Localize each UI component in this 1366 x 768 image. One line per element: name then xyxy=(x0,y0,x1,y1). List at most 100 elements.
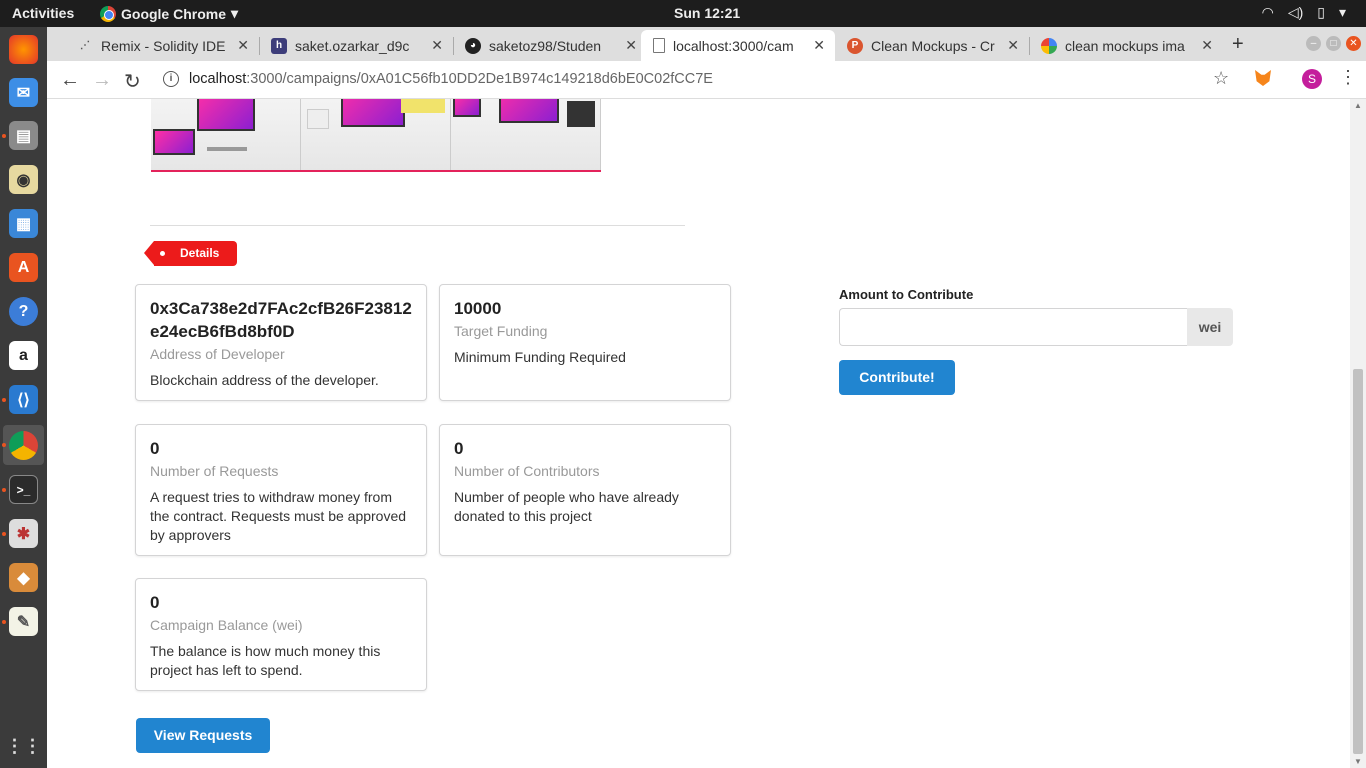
tab-google-search[interactable]: clean mockups ima ✕ xyxy=(1029,30,1223,61)
scroll-down-arrow-icon[interactable]: ▼ xyxy=(1354,757,1362,766)
new-tab-button[interactable]: + xyxy=(1232,33,1244,56)
laptop-shape xyxy=(341,99,405,127)
profile-avatar[interactable]: S xyxy=(1302,69,1322,89)
maximize-icon[interactable]: □ xyxy=(1326,36,1341,51)
text-editor-icon[interactable]: ✎ xyxy=(9,607,38,636)
power-menu-icon: ▾ xyxy=(1338,4,1346,20)
thunderbird-icon[interactable]: ✉ xyxy=(9,78,38,107)
system-tray[interactable]: ◠ ◁) ▯ ▾ xyxy=(1262,4,1346,21)
software-center-icon[interactable]: A xyxy=(9,253,38,282)
card-developer-address: 0x3Ca738e2d7FAc2cfB26F23812e24ecB6fBd8bf… xyxy=(135,284,427,401)
divider xyxy=(150,225,685,226)
terminal-icon[interactable]: >_ xyxy=(9,475,38,504)
keyboard-shape xyxy=(207,147,247,151)
campaign-banner-image xyxy=(151,99,601,172)
help-icon[interactable]: ? xyxy=(9,297,38,326)
card-meta: Target Funding xyxy=(454,323,548,339)
site-info-icon[interactable]: i xyxy=(163,71,179,87)
tab-github[interactable]: ◕ saketoz98/Studen ✕ xyxy=(453,30,647,61)
writer-icon[interactable]: ▦ xyxy=(9,209,38,238)
close-icon[interactable]: ✕ xyxy=(1201,37,1213,54)
page-content: Details 0x3Ca738e2d7FAc2cfB26F23812e24ec… xyxy=(47,99,1350,768)
clock[interactable]: Sun 12:21 xyxy=(674,5,740,21)
chrome-dock-icon[interactable] xyxy=(9,431,38,460)
rhythmbox-icon[interactable]: ◉ xyxy=(9,165,38,194)
running-indicator xyxy=(2,398,6,402)
close-icon[interactable]: ✕ xyxy=(625,37,637,54)
contribute-button[interactable]: Contribute! xyxy=(839,360,955,395)
pencil-cup-shape xyxy=(307,109,329,129)
close-icon[interactable]: ✕ xyxy=(431,37,443,54)
scroll-up-arrow-icon[interactable]: ▲ xyxy=(1354,101,1362,110)
details-ribbon-label: Details xyxy=(144,241,237,266)
tab-remix[interactable]: ⋰ Remix - Solidity IDE ✕ xyxy=(65,30,259,61)
remix-icon: ⋰ xyxy=(80,40,90,51)
volume-icon: ◁) xyxy=(1287,4,1304,20)
close-icon[interactable]: ✕ xyxy=(1007,37,1019,54)
close-icon[interactable]: ✕ xyxy=(237,37,249,54)
view-requests-button[interactable]: View Requests xyxy=(136,718,270,753)
tab-title: saketoz98/Studen xyxy=(489,37,602,54)
page-icon xyxy=(653,38,665,53)
tab-localhost[interactable]: localhost:3000/cam ✕ xyxy=(641,30,835,61)
card-description: Minimum Funding Required xyxy=(454,349,626,365)
amazon-icon[interactable]: a xyxy=(9,341,38,370)
card-header: 0 xyxy=(454,439,464,458)
chevron-down-icon: ▾ xyxy=(231,5,239,21)
settings-tool-icon[interactable]: ✱ xyxy=(9,519,38,548)
card-campaign-balance: 0 Campaign Balance (wei) The balance is … xyxy=(135,578,427,691)
minimize-icon[interactable]: – xyxy=(1306,36,1321,51)
forward-button[interactable]: → xyxy=(92,69,112,92)
tab-title: clean mockups ima xyxy=(1065,37,1185,54)
wifi-icon: ◠ xyxy=(1261,4,1274,20)
card-meta: Address of Developer xyxy=(150,346,285,362)
laptop-shape xyxy=(499,99,559,123)
files-icon[interactable]: ▤ xyxy=(9,121,38,150)
vscode-icon[interactable]: ⟨⟩ xyxy=(9,385,38,414)
currency-unit-label: wei xyxy=(1187,308,1233,346)
contribute-amount-input[interactable] xyxy=(839,308,1188,346)
tab-title: saket.ozarkar_d9c xyxy=(295,37,410,54)
hackmd-icon: h xyxy=(271,37,287,54)
card-meta: Number of Requests xyxy=(150,463,279,479)
firefox-icon[interactable] xyxy=(9,35,38,64)
card-target-funding: 10000 Target Funding Minimum Funding Req… xyxy=(439,284,731,401)
card-description: Number of people who have already donate… xyxy=(454,489,679,524)
menu-kebab-icon[interactable]: ⋮ xyxy=(1339,67,1357,88)
card-description: A request tries to withdraw money from t… xyxy=(150,489,407,543)
app-menu[interactable]: Google Chrome ▾ xyxy=(100,5,238,22)
tab-hackmd[interactable]: h saket.ozarkar_d9c ✕ xyxy=(259,30,453,61)
activities-button[interactable]: Activities xyxy=(12,5,74,21)
banner-panel xyxy=(301,99,451,170)
pen-holder-shape xyxy=(567,101,595,127)
tab-title: Remix - Solidity IDE xyxy=(101,37,226,54)
running-indicator xyxy=(2,488,6,492)
banner-panel xyxy=(451,99,601,170)
address-bar[interactable]: i localhost:3000/campaigns/0xA01C56fb10D… xyxy=(157,66,1307,94)
tab-clean-mockups[interactable]: P Clean Mockups - Cr ✕ xyxy=(835,30,1029,61)
close-window-icon[interactable]: ✕ xyxy=(1346,36,1361,51)
page-scrollbar[interactable]: ▲ ▼ xyxy=(1350,99,1366,768)
tab-title: Clean Mockups - Cr xyxy=(871,37,995,54)
scrollbar-thumb[interactable] xyxy=(1353,369,1363,754)
card-meta: Campaign Balance (wei) xyxy=(150,617,303,633)
back-button[interactable]: ← xyxy=(60,69,80,92)
card-header: 0x3Ca738e2d7FAc2cfB26F23812e24ecB6fBd8bf… xyxy=(150,299,412,341)
launcher-dock: ✉ ▤ ◉ ▦ A ? a ⟨⟩ >_ ✱ ◆ ✎ ⋮⋮ xyxy=(0,27,47,768)
card-description: Blockchain address of the developer. xyxy=(150,372,379,388)
running-indicator xyxy=(2,134,6,138)
producthunt-icon: P xyxy=(847,37,863,54)
bookmark-star-icon[interactable]: ☆ xyxy=(1213,68,1229,89)
running-indicator xyxy=(2,532,6,536)
card-header: 0 xyxy=(150,593,160,612)
card-description: The balance is how much money this proje… xyxy=(150,643,381,678)
tab-title: localhost:3000/cam xyxy=(673,37,794,54)
package-icon[interactable]: ◆ xyxy=(9,563,38,592)
banner-panel xyxy=(151,99,301,170)
running-indicator xyxy=(2,620,6,624)
reload-button[interactable]: ↻ xyxy=(124,69,141,94)
google-icon xyxy=(1041,37,1057,54)
show-apps-icon[interactable]: ⋮⋮ xyxy=(6,732,42,761)
notepad-shape xyxy=(401,99,445,113)
close-icon[interactable]: ✕ xyxy=(813,37,825,54)
